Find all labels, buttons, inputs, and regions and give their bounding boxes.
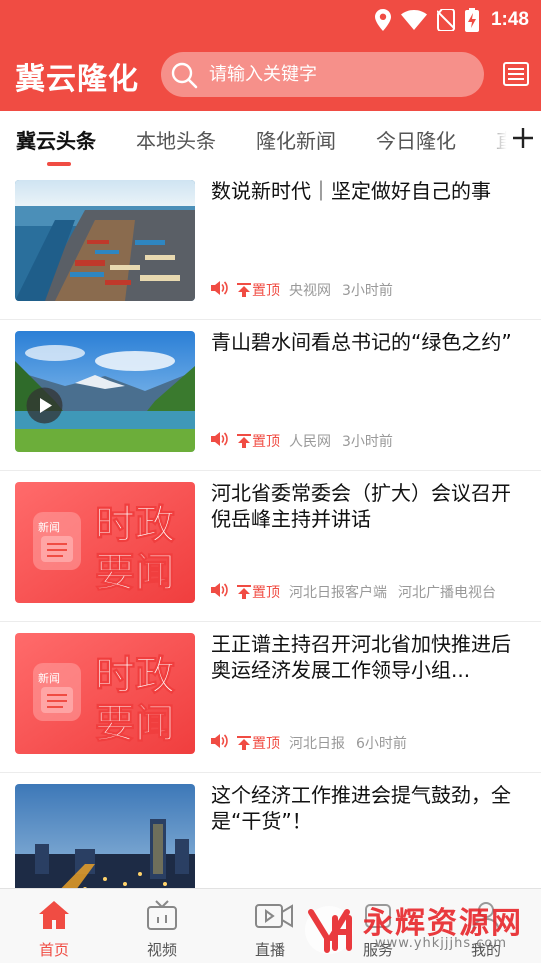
news-title[interactable]: 数说新时代｜坚定做好自己的事 xyxy=(211,178,529,204)
news-time: 3小时前 xyxy=(342,283,393,299)
tab-jiyun-headlines[interactable]: 冀云头条 xyxy=(16,125,96,154)
nav-home[interactable]: 首页 xyxy=(0,889,108,963)
news-list: 数说新时代｜坚定做好自己的事 置顶 央视网 3小时前 青山碧水间看总书记的“绿色… xyxy=(0,169,541,924)
tab-longhua-news[interactable]: 隆化新闻 xyxy=(256,125,336,154)
tv-icon xyxy=(147,900,177,930)
status-icons: 1:48 xyxy=(374,6,529,34)
pinned-badge: 置顶 xyxy=(237,431,280,451)
pinned-label: 置顶 xyxy=(252,434,280,450)
pinned-label: 置顶 xyxy=(252,283,280,299)
news-source: 央视网 xyxy=(289,283,331,299)
pin-arrow-icon xyxy=(237,736,251,750)
watermark-url: www.yhkjjjhs.com xyxy=(375,936,508,951)
banner-text-line1: 时政 xyxy=(95,502,175,548)
speaker-icon[interactable] xyxy=(211,432,228,450)
status-time: 1:48 xyxy=(490,9,529,30)
no-sim-icon xyxy=(436,9,455,31)
news-thumbnail-container-port[interactable] xyxy=(15,180,195,301)
pinned-badge: 置顶 xyxy=(237,280,280,300)
nav-video[interactable]: 视频 xyxy=(108,889,216,963)
news-meta: 置顶 河北日报客户端 河北广播电视台 xyxy=(211,582,496,602)
pinned-badge: 置顶 xyxy=(237,733,280,753)
pin-arrow-icon xyxy=(237,585,251,599)
pin-arrow-icon xyxy=(237,283,251,297)
location-icon xyxy=(374,9,391,31)
news-source: 河北日报客户端 xyxy=(289,585,387,601)
video-play-icon[interactable] xyxy=(26,387,63,428)
header: 冀云隆化 xyxy=(0,40,541,111)
news-source-secondary: 河北广播电视台 xyxy=(398,585,496,601)
watermark: 永辉资源网 www.yhkjjjhs.com xyxy=(297,896,541,963)
news-title[interactable]: 这个经济工作推进会提气鼓劲，全是“干货”！ xyxy=(211,782,529,834)
news-source: 河北日报 xyxy=(289,736,345,752)
nav-label: 首页 xyxy=(38,941,69,959)
wifi-icon xyxy=(400,10,427,30)
news-title[interactable]: 青山碧水间看总书记的“绿色之约” xyxy=(211,329,529,355)
speaker-icon[interactable] xyxy=(211,734,228,752)
news-source: 人民网 xyxy=(289,434,331,450)
news-time: 3小时前 xyxy=(342,434,393,450)
pin-arrow-icon xyxy=(237,434,251,448)
search-icon xyxy=(170,61,198,93)
tab-today-longhua[interactable]: 今日隆化 xyxy=(376,125,456,154)
news-item[interactable]: 数说新时代｜坚定做好自己的事 置顶 央视网 3小时前 xyxy=(0,169,541,320)
pinned-badge: 置顶 xyxy=(237,582,280,602)
pinned-label: 置顶 xyxy=(252,736,280,752)
search-box[interactable] xyxy=(161,52,484,97)
news-thumbnail-city-night[interactable] xyxy=(15,784,195,905)
tab-local-headlines[interactable]: 本地头条 xyxy=(136,125,216,154)
news-item[interactable]: 新闻 时政 要闻 王正谱主持召开河北省加快推进后奥运经济发展工作领导小组... … xyxy=(0,622,541,773)
video-camera-icon xyxy=(255,904,293,928)
news-item[interactable]: 青山碧水间看总书记的“绿色之约” 置顶 人民网 3小时前 xyxy=(0,320,541,471)
home-icon xyxy=(39,901,69,929)
app-title: 冀云隆化 xyxy=(15,62,139,97)
news-time: 6小时前 xyxy=(356,736,407,752)
speaker-icon[interactable] xyxy=(211,281,228,299)
channel-tabs: 冀云头条 本地头条 隆化新闻 今日隆化 直 xyxy=(0,111,541,169)
news-badge-text: 新闻 xyxy=(38,520,60,534)
newspaper-menu-icon[interactable] xyxy=(503,61,529,87)
status-bar: 1:48 xyxy=(0,0,541,40)
active-tab-indicator xyxy=(47,162,71,166)
watermark-logo-icon xyxy=(305,906,353,954)
news-title[interactable]: 王正谱主持召开河北省加快推进后奥运经济发展工作领导小组... xyxy=(211,631,529,683)
banner-text-line2: 要闻 xyxy=(95,701,175,747)
pinned-label: 置顶 xyxy=(252,585,280,601)
news-meta: 置顶 人民网 3小时前 xyxy=(211,431,393,451)
news-meta: 置顶 河北日报 6小时前 xyxy=(211,733,407,753)
news-item[interactable]: 新闻 时政 要闻 河北省委常委会（扩大）会议召开 倪岳峰主持并讲话 置顶 河北日… xyxy=(0,471,541,622)
speaker-icon[interactable] xyxy=(211,583,228,601)
news-badge-text: 新闻 xyxy=(38,671,60,685)
nav-label: 视频 xyxy=(146,941,177,959)
news-meta: 置顶 央视网 3小时前 xyxy=(211,280,393,300)
battery-charging-icon xyxy=(464,8,479,32)
news-title[interactable]: 河北省委常委会（扩大）会议召开 倪岳峰主持并讲话 xyxy=(211,480,529,532)
news-thumbnail-politics-banner[interactable]: 新闻 时政 要闻 xyxy=(15,633,195,754)
search-input[interactable] xyxy=(209,52,474,97)
banner-text-line2: 要闻 xyxy=(95,550,175,596)
banner-text-line1: 时政 xyxy=(95,653,175,699)
plus-icon[interactable] xyxy=(512,127,534,153)
news-thumbnail-politics-banner[interactable]: 新闻 时政 要闻 xyxy=(15,482,195,603)
